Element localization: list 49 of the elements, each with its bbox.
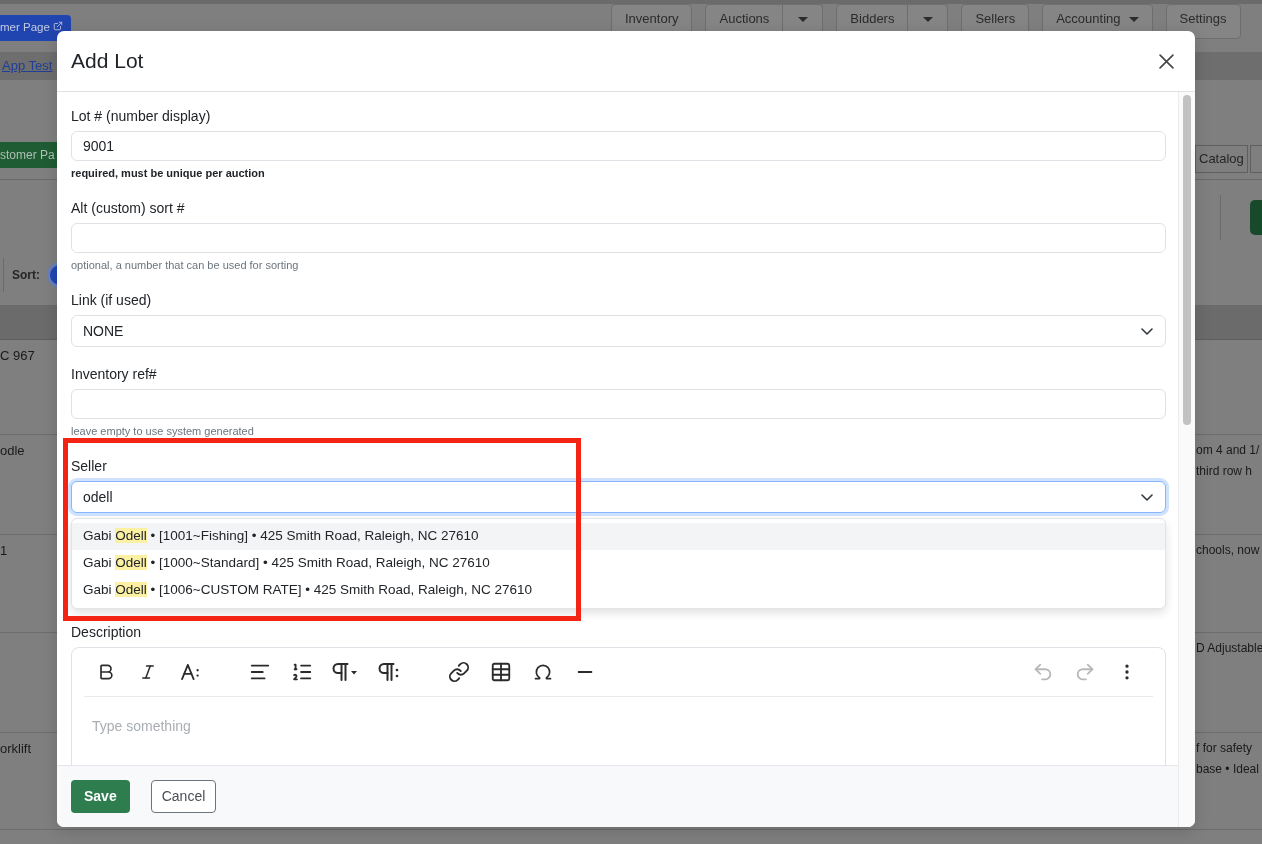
save-button[interactable]: Save: [71, 780, 130, 813]
customer-page-button[interactable]: mer Page: [0, 15, 71, 41]
row-text: chools, now: [1196, 542, 1261, 559]
field-label: Lot # (number display): [71, 107, 212, 126]
pilcrow-caret-icon[interactable]: [332, 663, 359, 681]
omega-icon[interactable]: [533, 662, 553, 682]
caret-down-icon: [797, 17, 808, 22]
scrollbar-thumb[interactable]: [1183, 95, 1191, 425]
nav-button[interactable]: Settings: [1165, 4, 1241, 39]
caret-down-icon: [1128, 17, 1139, 22]
combobox-field[interactable]: odell: [71, 481, 1166, 513]
row-text: odle: [0, 442, 25, 460]
sort-label: Sort:: [12, 267, 40, 284]
chevron-down-icon: [1141, 493, 1153, 501]
input-field[interactable]: [71, 223, 1166, 253]
dropdown-option[interactable]: Gabi Odell • [1000~Standard] • 425 Smith Road, Raleigh, NC 27610: [72, 550, 1165, 577]
help-text: leave empty to use system generated: [71, 424, 255, 439]
row-text: f for safety base • Ideal: [1196, 740, 1260, 778]
row-text: D Adjustable: [1196, 640, 1262, 657]
row-text: om 4 and 1/ third row h: [1196, 442, 1261, 480]
field-label: Link (if used): [71, 291, 153, 310]
input-field[interactable]: [71, 389, 1166, 419]
table-icon[interactable]: [490, 661, 512, 683]
external-link-icon: [52, 21, 63, 31]
row-text: 1: [0, 542, 8, 560]
close-icon[interactable]: [1159, 53, 1174, 69]
caret-down-icon: [922, 17, 933, 22]
field-label: Description: [71, 623, 143, 642]
italic-icon[interactable]: [139, 663, 157, 681]
chevron-down-icon: [1141, 327, 1153, 335]
field-label: Alt (custom) sort #: [71, 199, 186, 218]
select-field[interactable]: NONE: [71, 315, 1166, 347]
help-text: required, must be unique per auction: [71, 166, 266, 181]
link-icon[interactable]: [448, 661, 470, 683]
font-size-icon[interactable]: [180, 664, 200, 680]
row-text: orklift: [0, 740, 32, 758]
dropdown-option[interactable]: Gabi Odell • [1006~CUSTOM RATE] • 425 Smith Road, Raleigh, NC 27610: [72, 577, 1165, 604]
editor-input[interactable]: Type something: [72, 697, 1165, 765]
dialog-title: Add Lot: [71, 48, 144, 74]
field-label: Inventory ref#: [71, 365, 158, 384]
input-field[interactable]: 9001: [71, 131, 1166, 161]
numbered-list-icon[interactable]: [291, 661, 313, 683]
row-text: C 967: [0, 347, 35, 365]
cancel-button[interactable]: Cancel: [150, 780, 217, 813]
catalog-tab[interactable]: Catalog: [1195, 145, 1248, 173]
pilcrow-icon[interactable]: [378, 663, 400, 681]
help-text: optional, a number that can be used for sorting: [71, 258, 300, 273]
dropdown-option[interactable]: Gabi Odell • [1001~Fishing] • 425 Smith Road, Raleigh, NC 27610: [72, 523, 1165, 550]
field-label: Seller: [71, 457, 108, 476]
